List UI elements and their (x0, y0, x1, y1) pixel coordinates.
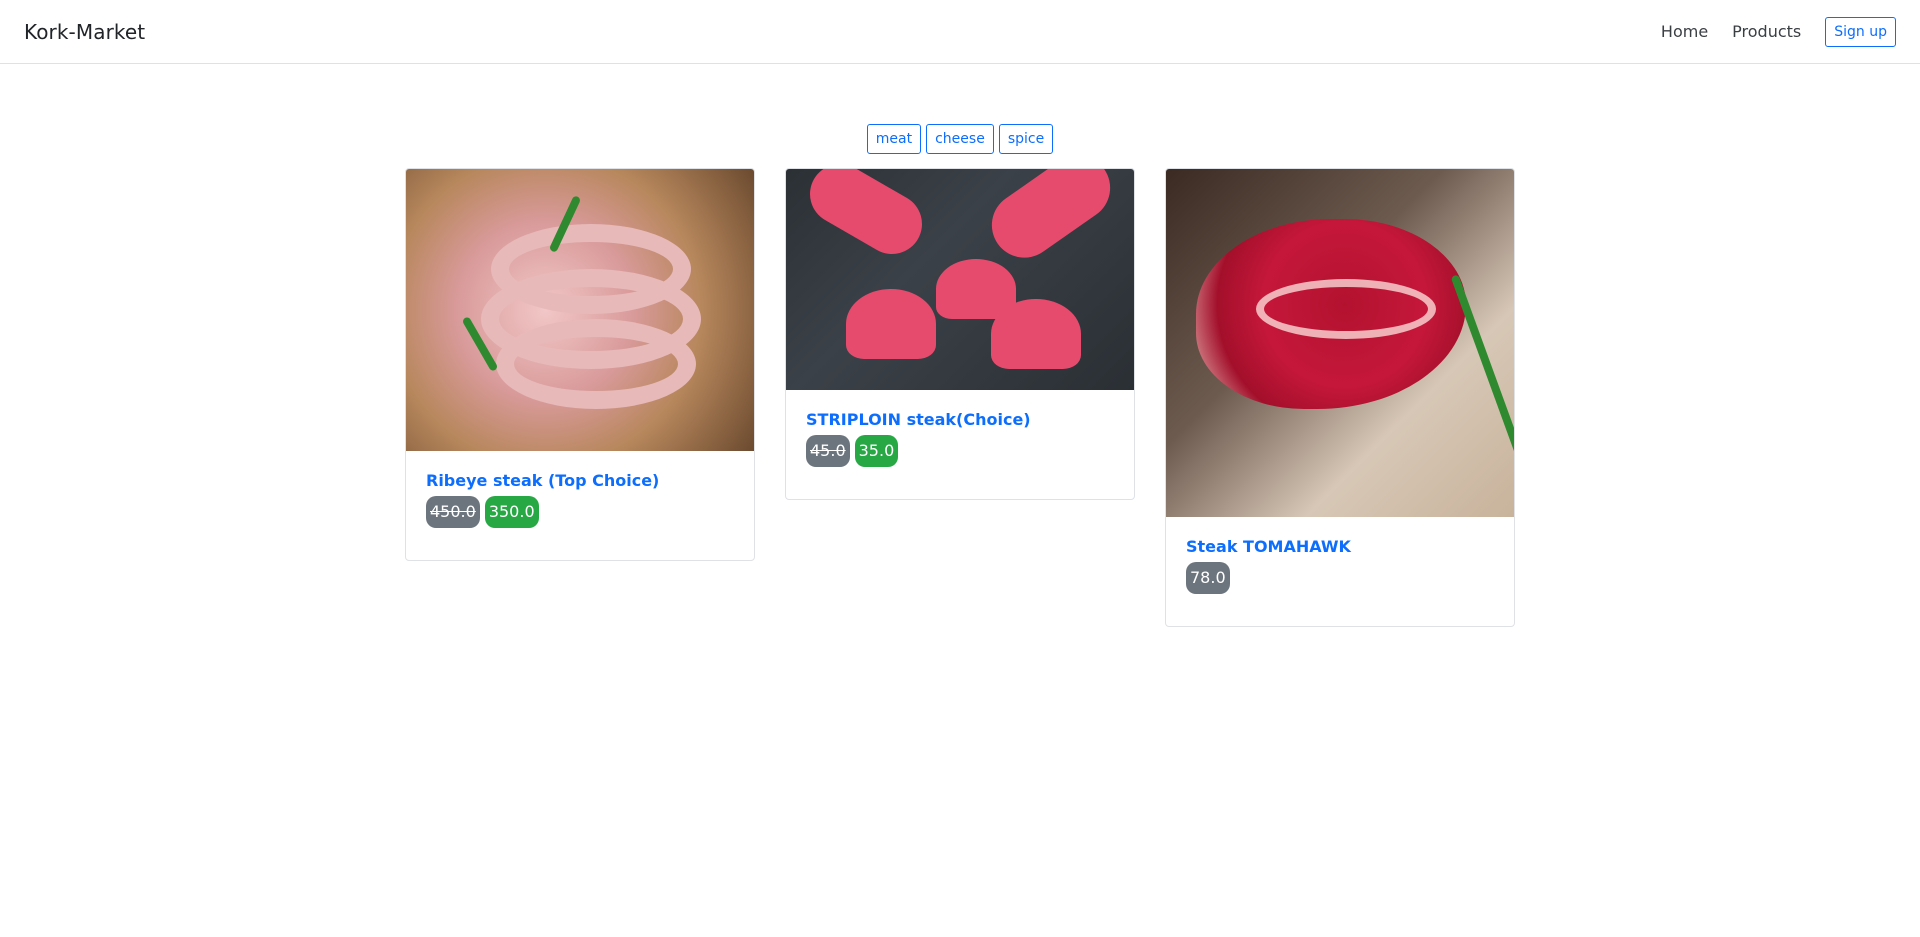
card-body: Steak TOMAHAWK 78.0 (1166, 517, 1514, 626)
navbar: Kork-Market Home Products Sign up (0, 0, 1920, 64)
category-filters: meat cheese spice (0, 124, 1920, 154)
price-badges: 78.0 (1186, 562, 1494, 594)
price-badge: 78.0 (1186, 562, 1230, 594)
price-badges: 45.0 35.0 (806, 435, 1114, 467)
product-image[interactable] (786, 169, 1134, 390)
product-title[interactable]: STRIPLOIN steak(Choice) (806, 410, 1114, 429)
product-card[interactable]: Steak TOMAHAWK 78.0 (1165, 168, 1515, 627)
old-price-badge: 45.0 (806, 435, 850, 467)
tuna-shape (991, 299, 1081, 369)
nav-links: Home Products Sign up (1661, 16, 1896, 47)
price-badges: 450.0 350.0 (426, 496, 734, 528)
product-image[interactable] (1166, 169, 1514, 517)
product-grid: Ribeye steak (Top Choice) 450.0 350.0 ST… (0, 168, 1920, 728)
old-price-badge: 450.0 (426, 496, 480, 528)
nav-link-home[interactable]: Home (1661, 22, 1708, 41)
fat-marbling-shape (1256, 279, 1436, 339)
product-title[interactable]: Ribeye steak (Top Choice) (426, 471, 734, 490)
product-card[interactable]: STRIPLOIN steak(Choice) 45.0 35.0 (785, 168, 1135, 500)
filter-cheese-button[interactable]: cheese (926, 124, 994, 154)
card-body: Ribeye steak (Top Choice) 450.0 350.0 (406, 451, 754, 560)
sale-price-badge: 350.0 (484, 496, 539, 528)
product-title[interactable]: Steak TOMAHAWK (1186, 537, 1494, 556)
card-body: STRIPLOIN steak(Choice) 45.0 35.0 (786, 390, 1134, 499)
tuna-shape (799, 169, 933, 265)
sausage-shape (496, 319, 696, 409)
product-card[interactable]: Ribeye steak (Top Choice) 450.0 350.0 (405, 168, 755, 561)
filter-meat-button[interactable]: meat (866, 124, 922, 154)
product-image[interactable] (406, 169, 754, 451)
tuna-shape (846, 289, 936, 359)
nav-link-products[interactable]: Products (1732, 22, 1801, 41)
filter-spice-button[interactable]: spice (998, 124, 1054, 154)
tuna-shape (979, 169, 1123, 271)
brand-logo[interactable]: Kork-Market (24, 20, 145, 44)
rosemary-shape (1450, 274, 1514, 484)
sale-price-badge: 35.0 (854, 435, 899, 467)
signup-button[interactable]: Sign up (1825, 16, 1896, 47)
